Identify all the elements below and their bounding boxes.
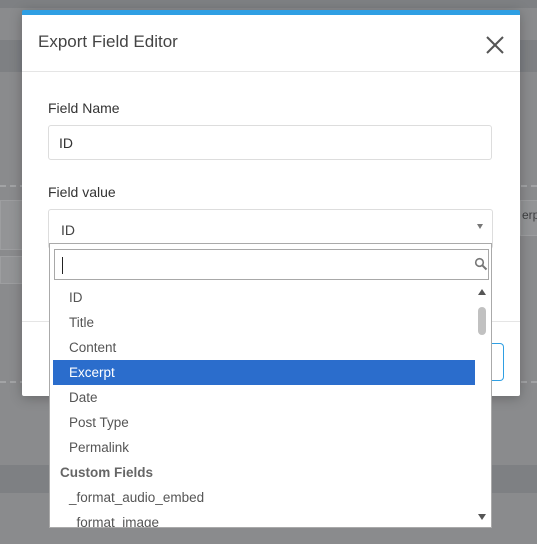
modal-title: Export Field Editor [38,32,178,51]
dropdown-option[interactable]: Permalink [53,435,475,460]
dropdown-search-input[interactable] [55,250,488,279]
field-value-selected: ID [61,222,75,238]
close-icon[interactable] [483,33,507,57]
dropdown-option[interactable]: ID [53,285,475,310]
dropdown-option[interactable]: Title [53,310,475,335]
dropdown-option[interactable]: Content [53,335,475,360]
dropdown-scrollbar[interactable] [475,285,490,526]
option-group-label: Custom Fields [60,465,154,480]
dropdown-option[interactable]: _format_audio_embed [53,485,475,510]
dropdown-option[interactable]: Date [53,385,475,410]
scroll-thumb[interactable] [478,307,486,335]
dropdown-option[interactable]: Excerpt [53,360,475,385]
text-cursor [62,257,63,274]
background-left-panel [0,256,23,284]
dropdown-option[interactable]: _format_image [53,510,475,527]
modal-footer-button[interactable] [492,343,504,381]
dropdown-option[interactable]: Post Type [53,410,475,435]
search-icon [474,257,488,271]
field-name-label: Field Name [48,100,120,116]
background-left-panel [0,200,23,250]
dropdown-search-box [54,249,489,280]
background-top-bar [0,0,537,8]
field-value-dropdown: ID Title Content Excerpt Date Post Type Permal… [49,243,492,528]
field-name-input[interactable] [48,125,492,160]
chevron-down-icon [477,224,483,229]
scroll-down-arrow-icon[interactable] [478,514,486,520]
dropdown-options-list: ID Title Content Excerpt Date Post Type Permal… [53,285,475,527]
background-side-label: erpt [522,208,537,222]
scroll-up-arrow-icon[interactable] [478,289,486,295]
field-value-label: Field value [48,184,116,200]
modal-header: Export Field Editor [22,15,520,72]
